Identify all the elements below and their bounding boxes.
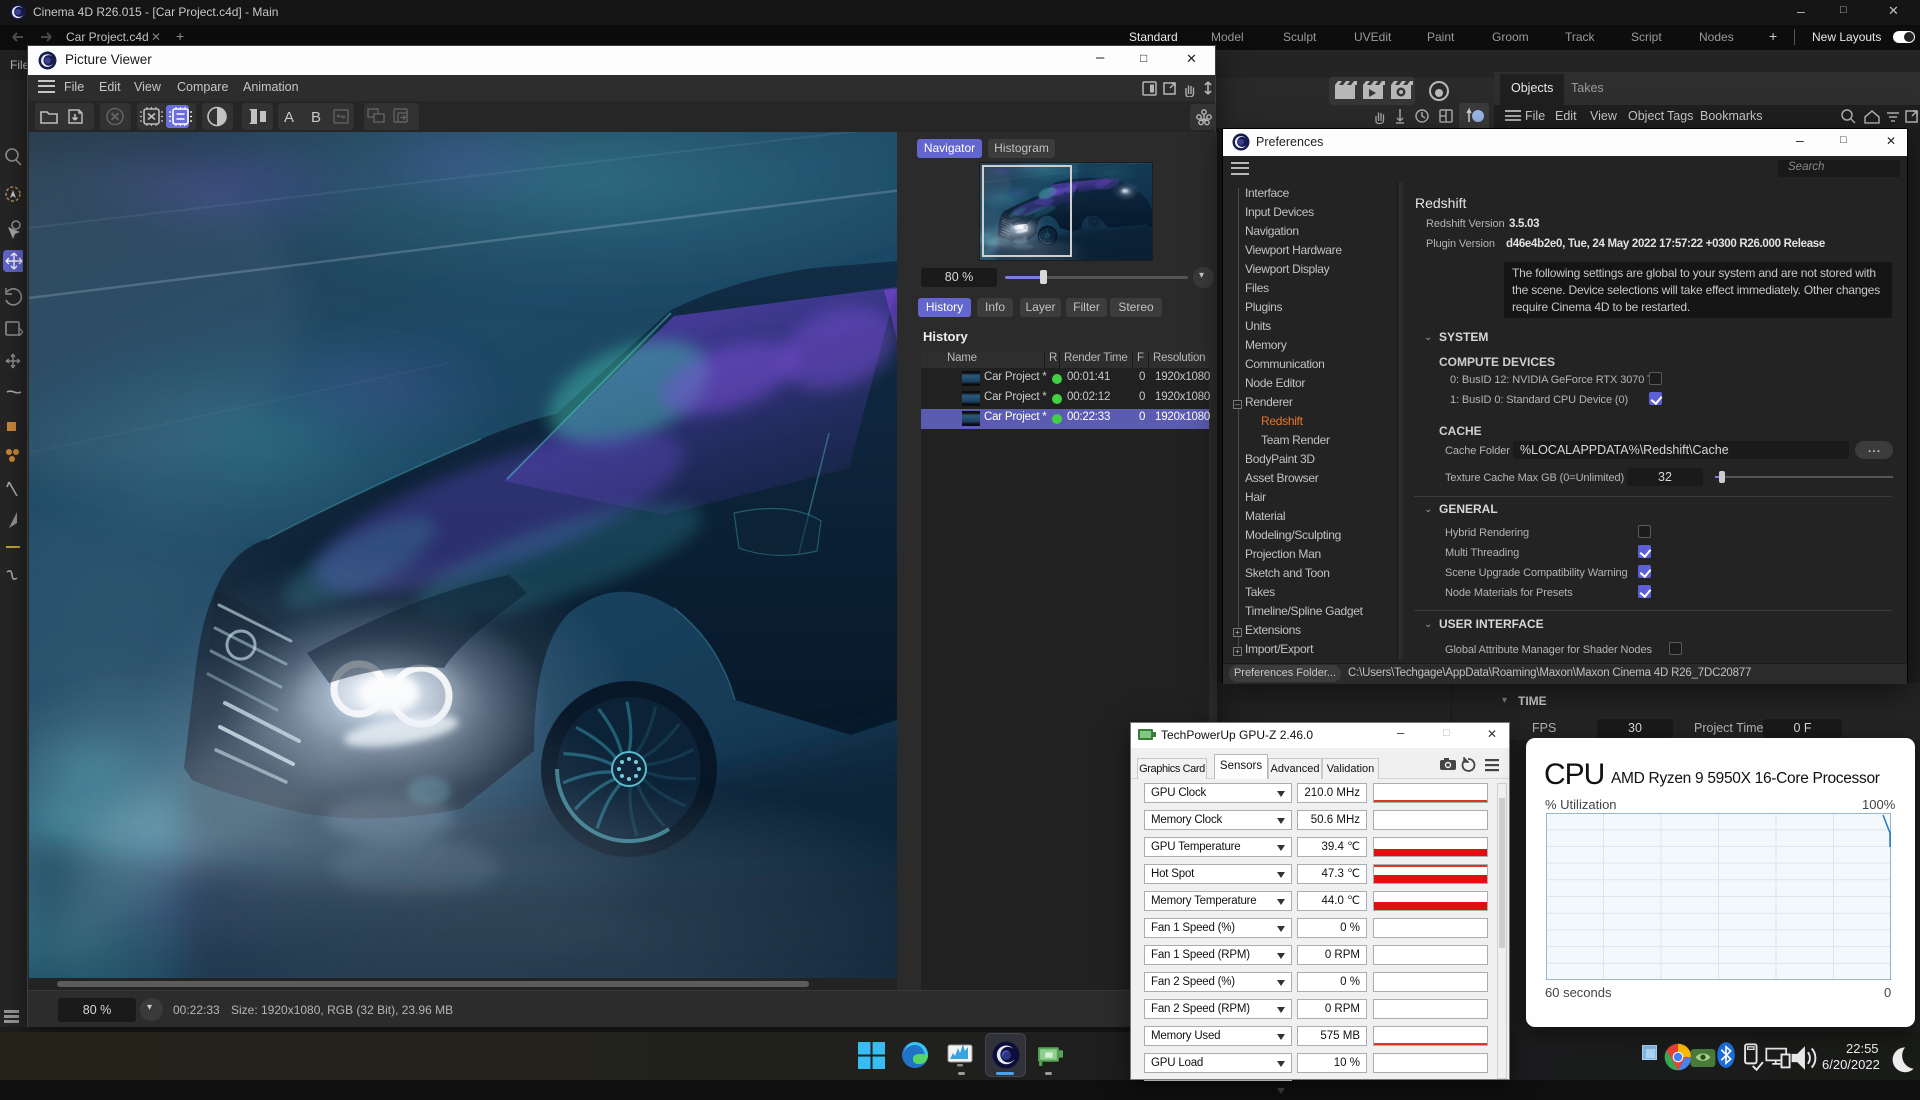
svg-text:A: A — [284, 109, 294, 126]
svg-text:B: B — [311, 109, 321, 126]
